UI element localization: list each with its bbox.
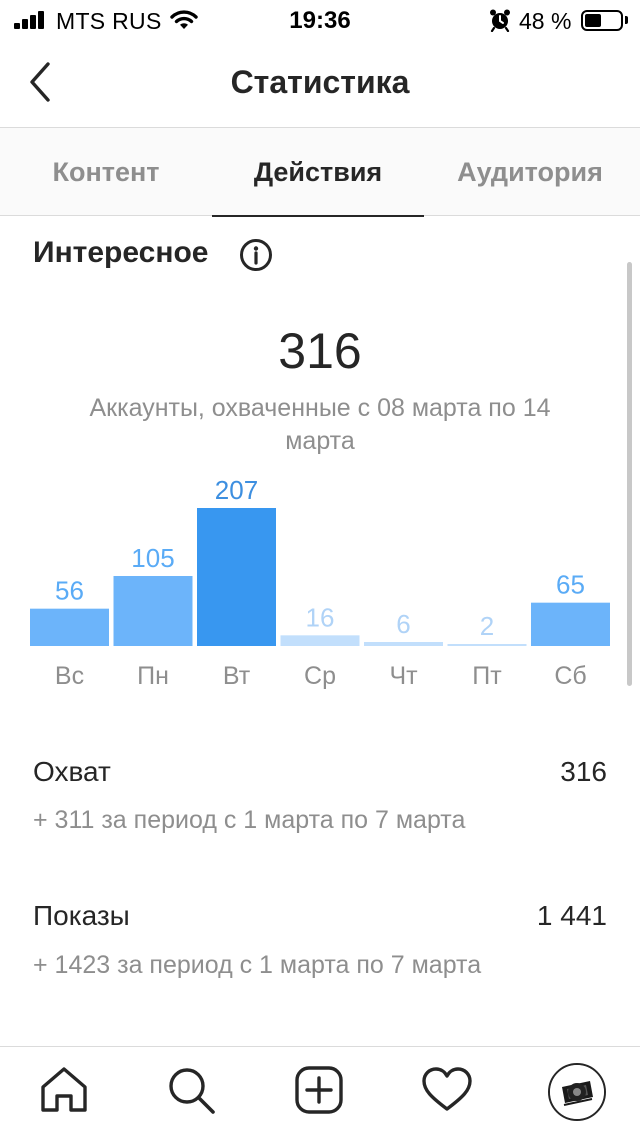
add-post-icon[interactable]	[292, 1063, 346, 1117]
chart-bar-4	[364, 642, 443, 646]
metric-impressions-value: 1 441	[536, 900, 607, 931]
chart-value-label-4: 6	[396, 609, 410, 639]
alarm-icon	[490, 9, 510, 32]
statistics-screen: MTS RUS 19:36 48 % Статистика Контент Де…	[0, 0, 640, 1136]
chart-bar-2	[197, 508, 276, 646]
chart-bar-3	[280, 635, 360, 646]
chart-value-label-2: 207	[215, 475, 258, 505]
heart-icon[interactable]	[420, 1063, 474, 1117]
status-bar: MTS RUS 19:36 48 %	[0, 0, 640, 42]
metric-reach-comparison: + 311 за период с 1 марта по 7 марта	[33, 806, 466, 834]
chart-day-label-1: Пн	[137, 662, 169, 690]
search-icon[interactable]	[164, 1063, 218, 1117]
metric-reach-label: Охват	[33, 756, 111, 787]
tab-content[interactable]: Контент	[0, 128, 212, 216]
battery-icon	[581, 10, 623, 31]
daily-reach-bar-chart: 56 Вс 105 Пн 207 Вт 16 Ср 6 Чт 2 Пт 65 Сб	[30, 475, 610, 690]
battery-tip	[625, 16, 628, 24]
accounts-reached-total: 316	[278, 323, 362, 379]
page-title: Статистика	[230, 64, 410, 100]
accounts-reached-caption: Аккаунты, охваченные с 08 марта по 14 ма…	[89, 394, 551, 455]
chart-day-label-3: Ср	[304, 662, 336, 690]
chart-day-label-2: Вт	[223, 662, 251, 690]
tab-activity[interactable]: Действия	[212, 128, 424, 217]
home-icon[interactable]	[37, 1063, 91, 1117]
scrollbar[interactable]	[627, 262, 632, 686]
chart-bar-1	[113, 576, 193, 646]
info-icon[interactable]	[239, 238, 273, 272]
chart-day-label-6: Сб	[554, 662, 586, 690]
section-title: Интересное	[33, 236, 209, 269]
battery-percent: 48 %	[519, 8, 572, 34]
metric-impressions-label: Показы	[33, 900, 130, 931]
stats-tabs: Контент Действия Аудитория	[0, 128, 640, 217]
chart-day-label-5: Пт	[472, 662, 502, 690]
chart-bar-5	[447, 644, 527, 646]
chart-day-label-0: Вс	[55, 662, 84, 690]
chart-value-label-3: 16	[306, 602, 335, 632]
chart-value-label-0: 56	[55, 576, 84, 606]
chart-value-label-5: 2	[480, 611, 494, 641]
tab-audience[interactable]: Аудитория	[424, 128, 636, 216]
metric-reach-value: 316	[560, 756, 607, 787]
profile-avatar[interactable]	[548, 1063, 606, 1121]
chart-day-label-4: Чт	[389, 662, 418, 690]
chart-value-label-6: 65	[556, 570, 585, 600]
page-header: Статистика	[0, 42, 640, 128]
profile-picture	[550, 1065, 604, 1119]
chart-value-label-1: 105	[131, 543, 174, 573]
chart-bar-0	[30, 608, 109, 646]
chart-bar-6	[531, 602, 610, 646]
bottom-navigation	[0, 1046, 640, 1136]
battery-level	[585, 14, 601, 27]
metric-impressions-comparison: + 1423 за период с 1 марта по 7 марта	[33, 951, 482, 979]
